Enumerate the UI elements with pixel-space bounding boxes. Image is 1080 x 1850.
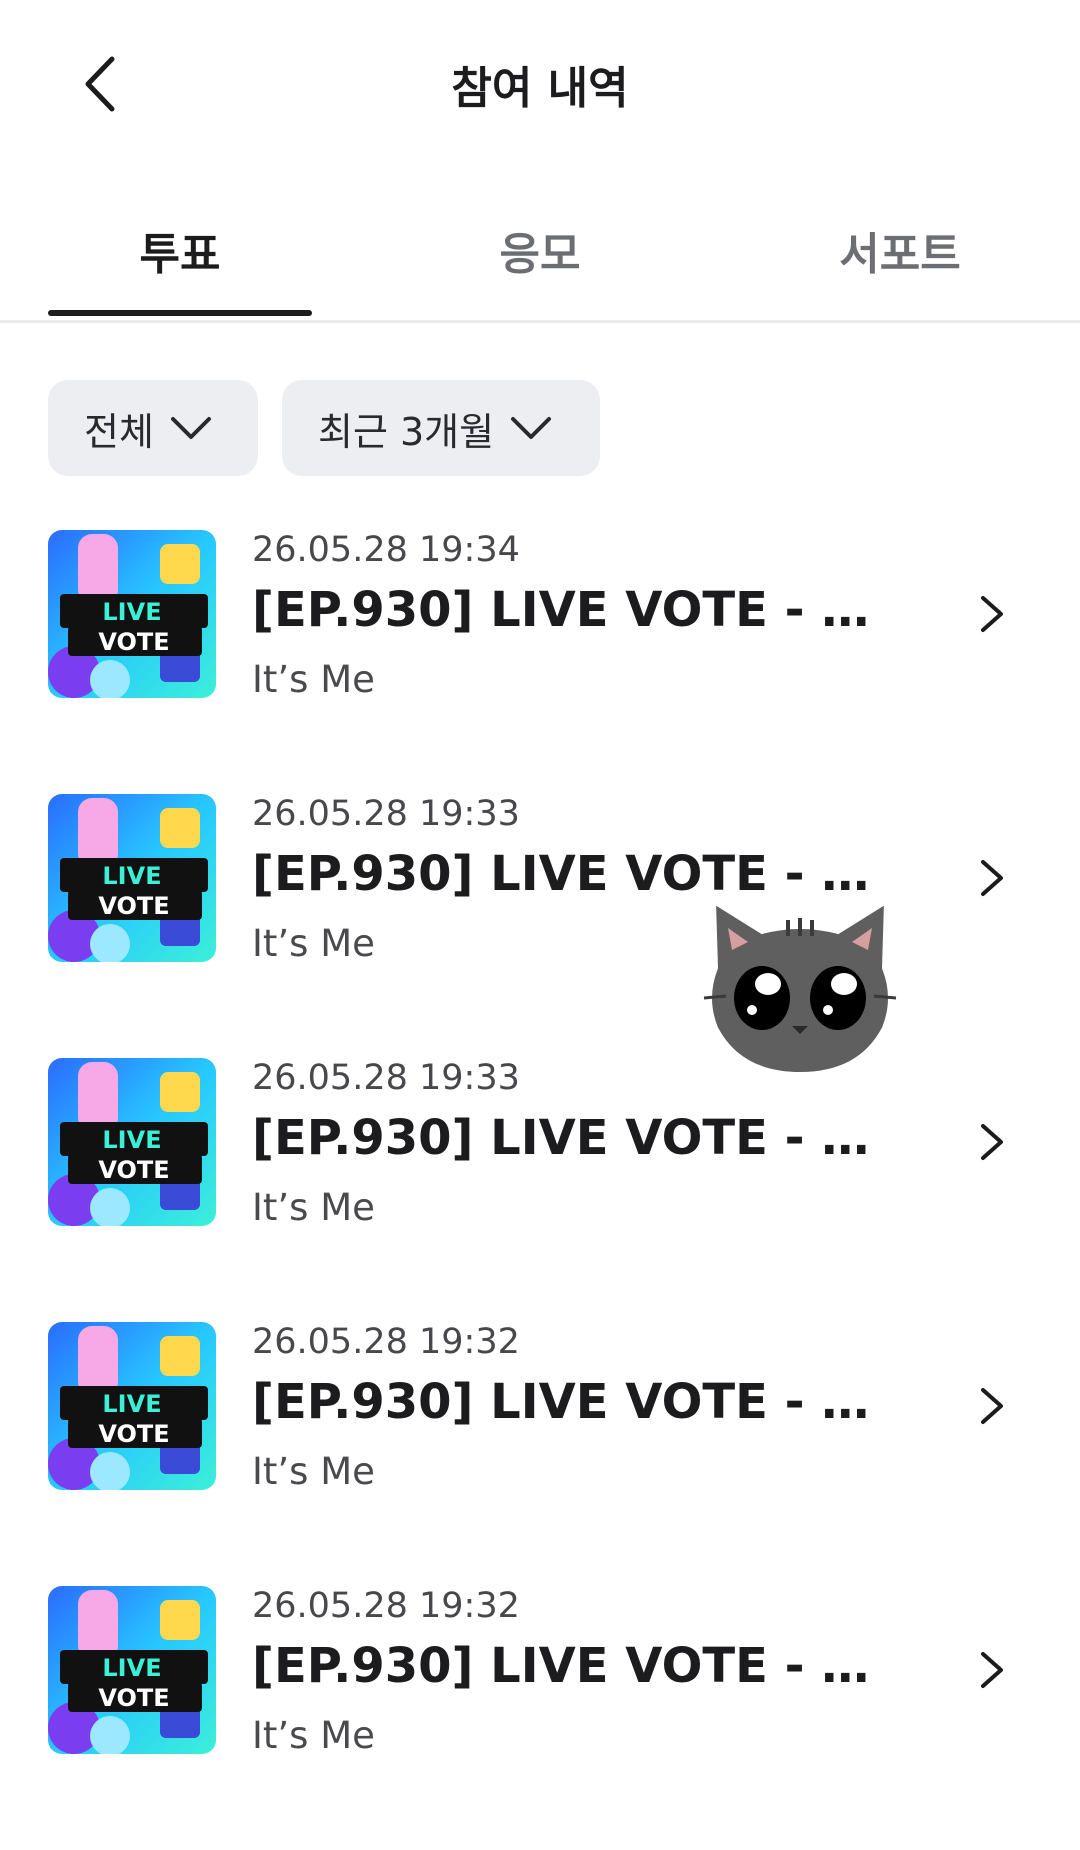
svg-text:LIVE: LIVE <box>102 862 161 890</box>
item-date: 26.05.28 19:32 <box>252 1586 520 1626</box>
item-date: 26.05.28 19:34 <box>252 530 520 570</box>
item-date: 26.05.28 19:33 <box>252 1058 520 1098</box>
chevron-right-icon <box>972 1116 1012 1168</box>
cat-sticker-icon <box>700 898 900 1078</box>
item-subtitle: It’s Me <box>252 658 375 701</box>
svg-text:LIVE: LIVE <box>102 1654 161 1682</box>
chevron-right-icon <box>972 588 1012 640</box>
svg-text:VOTE: VOTE <box>98 1420 169 1448</box>
chevron-right-icon <box>972 852 1012 904</box>
item-title: [EP.930] LIVE VOTE - M COUNTDOWN <box>252 1110 912 1166</box>
tab-bar: 투표 응모 서포트 <box>0 190 1080 323</box>
item-title: [EP.930] LIVE VOTE - M COUNTDOWN <box>252 1638 912 1694</box>
svg-text:LIVE: LIVE <box>102 598 161 626</box>
tab-vote[interactable]: 투표 <box>48 218 312 282</box>
item-date: 26.05.28 19:33 <box>252 794 520 834</box>
tab-entry[interactable]: 응모 <box>408 218 672 282</box>
chevron-right-icon <box>972 1380 1012 1432</box>
page-title: 참여 내역 <box>451 63 629 114</box>
item-subtitle: It’s Me <box>252 1450 375 1493</box>
item-title: [EP.930] LIVE VOTE - M COUNTDOWN <box>252 846 912 902</box>
svg-text:VOTE: VOTE <box>98 892 169 920</box>
period-filter-dropdown[interactable]: 최근 3개월 <box>282 380 600 476</box>
live-vote-thumbnail: LIVE VOTE <box>48 794 216 962</box>
item-title: [EP.930] LIVE VOTE - M COUNTDOWN <box>252 1374 912 1430</box>
list-item[interactable]: LIVE VOTE 26.05.28 19:34 [EP.930] LIVE V… <box>0 530 1080 794</box>
tab-support[interactable]: 서포트 <box>768 218 1032 282</box>
period-filter-label: 최근 3개월 <box>318 409 495 454</box>
live-vote-thumbnail: LIVE VOTE <box>48 1058 216 1226</box>
live-vote-thumbnail: LIVE VOTE <box>48 1322 216 1490</box>
list-item[interactable]: LIVE VOTE 26.05.28 19:32 [EP.930] LIVE V… <box>0 1322 1080 1586</box>
chevron-right-icon <box>972 1644 1012 1696</box>
item-title: [EP.930] LIVE VOTE - M COUNTDOWN <box>252 582 912 638</box>
item-subtitle: It’s Me <box>252 1714 375 1757</box>
chevron-down-icon <box>510 415 552 441</box>
svg-text:VOTE: VOTE <box>98 628 169 656</box>
live-vote-thumbnail: LIVE VOTE <box>48 530 216 698</box>
list-item[interactable]: LIVE VOTE 26.05.28 19:32 [EP.930] LIVE V… <box>0 1586 1080 1850</box>
item-subtitle: It’s Me <box>252 1186 375 1229</box>
category-filter-label: 전체 <box>84 409 154 454</box>
chevron-down-icon <box>170 415 212 441</box>
svg-text:VOTE: VOTE <box>98 1684 169 1712</box>
live-vote-thumbnail: LIVE VOTE <box>48 1586 216 1754</box>
category-filter-dropdown[interactable]: 전체 <box>48 380 258 476</box>
svg-text:VOTE: VOTE <box>98 1156 169 1184</box>
active-tab-indicator <box>48 310 312 316</box>
list-item[interactable]: LIVE VOTE 26.05.28 19:33 [EP.930] LIVE V… <box>0 794 1080 1058</box>
participation-list: LIVE VOTE 26.05.28 19:34 [EP.930] LIVE V… <box>0 530 1080 1850</box>
svg-text:LIVE: LIVE <box>102 1126 161 1154</box>
list-item[interactable]: LIVE VOTE 26.05.28 19:33 [EP.930] LIVE V… <box>0 1058 1080 1322</box>
header: 참여 내역 <box>0 0 1080 170</box>
item-date: 26.05.28 19:32 <box>252 1322 520 1362</box>
item-subtitle: It’s Me <box>252 922 375 965</box>
svg-text:LIVE: LIVE <box>102 1390 161 1418</box>
